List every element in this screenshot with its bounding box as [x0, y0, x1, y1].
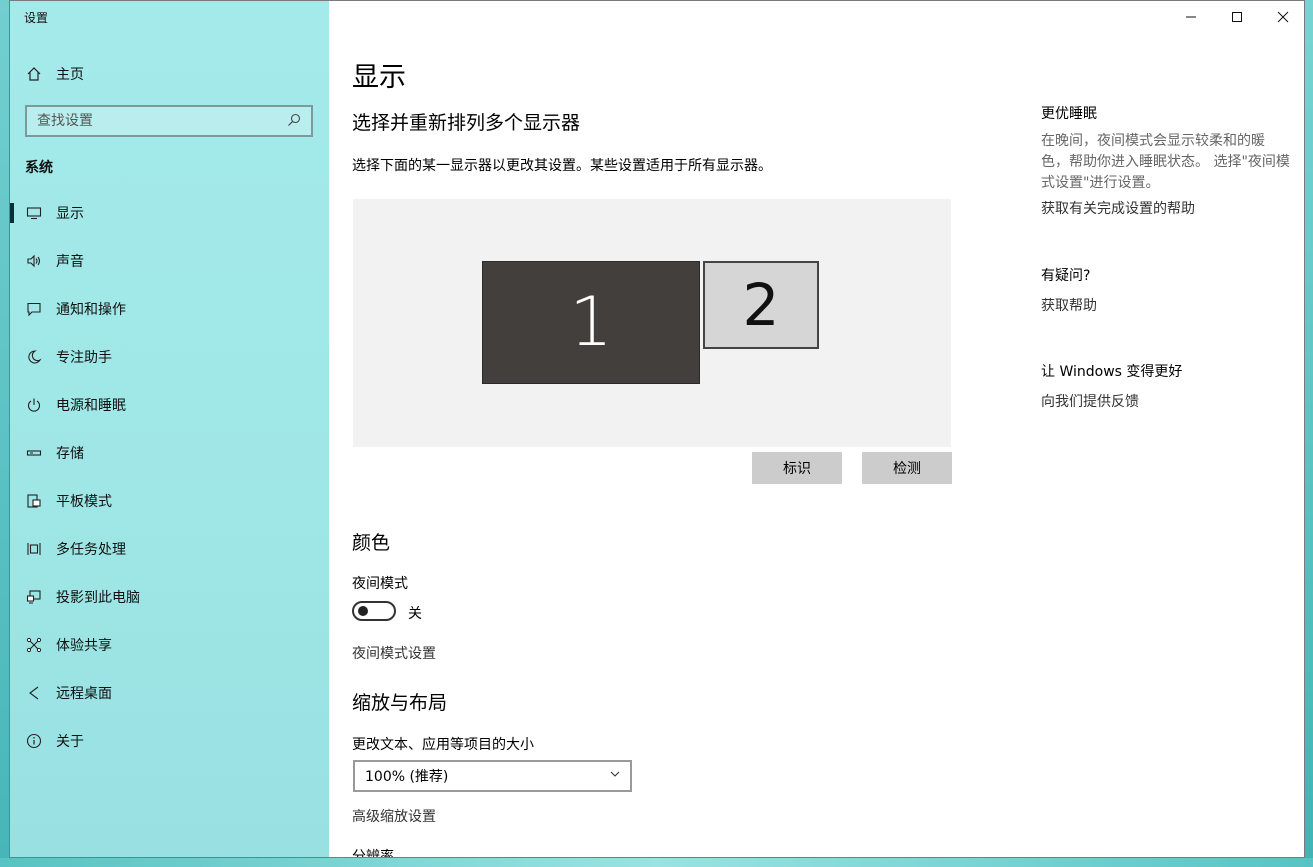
- sidebar-item-label: 多任务处理: [56, 542, 126, 558]
- sidebar-item-label: 通知和操作: [56, 302, 126, 318]
- sidebar-item-about[interactable]: 关于: [10, 717, 329, 765]
- sidebar-item-focus-assist[interactable]: 专注助手: [10, 333, 329, 381]
- aside-question-section: 有疑问? 获取帮助: [1041, 265, 1291, 315]
- main-content: 显示 选择并重新排列多个显示器 选择下面的某一显示器以更改其设置。某些设置适用于…: [329, 1, 1305, 858]
- maximize-icon: [1232, 12, 1242, 22]
- monitor-2[interactable]: 2: [703, 261, 819, 349]
- arrange-displays-description: 选择下面的某一显示器以更改其设置。某些设置适用于所有显示器。: [352, 158, 772, 174]
- share-icon: [24, 635, 44, 655]
- identify-button[interactable]: 标识: [752, 452, 842, 484]
- scrollbar[interactable]: [1304, 111, 1305, 691]
- advanced-scaling-link[interactable]: 高级缩放设置: [352, 806, 436, 826]
- minimize-icon: [1186, 16, 1196, 18]
- minimize-button[interactable]: [1168, 1, 1214, 33]
- sidebar-item-notifications[interactable]: 通知和操作: [10, 285, 329, 333]
- sidebar-item-label: 专注助手: [56, 350, 112, 366]
- nav-list: 显示 声音 通知和操作 专注助手 电源和睡眠 存储 平板模式 多任务处理 投影到…: [10, 189, 329, 765]
- home-label: 主页: [56, 67, 84, 83]
- sidebar-item-storage[interactable]: 存储: [10, 429, 329, 477]
- settings-window: 设置 主页 系统 显示 声音 通知和操作: [9, 0, 1305, 858]
- monitor-icon: [24, 203, 44, 223]
- aside-sleep-text: 在晚间，夜间模式会显示较柔和的暖色，帮助你进入睡眠状态。 选择"夜间模式设置"进…: [1041, 133, 1290, 191]
- night-mode-label: 夜间模式: [352, 576, 408, 592]
- close-icon: [1277, 11, 1289, 23]
- aside-sleep-heading: 更优睡眠: [1041, 106, 1097, 122]
- storage-icon: [24, 443, 44, 463]
- power-icon: [24, 395, 44, 415]
- window-controls: [1168, 1, 1304, 33]
- scale-dropdown[interactable]: 100% (推荐): [353, 760, 632, 792]
- multitask-icon: [24, 539, 44, 559]
- scale-dropdown-value: 100% (推荐): [365, 769, 449, 785]
- speaker-icon: [24, 251, 44, 271]
- toggle-knob: [358, 606, 368, 616]
- sidebar-item-shared-experiences[interactable]: 体验共享: [10, 621, 329, 669]
- home-nav-item[interactable]: 主页: [24, 62, 84, 86]
- aside-sleep-section: 更优睡眠 在晚间，夜间模式会显示较柔和的暖色，帮助你进入睡眠状态。 选择"夜间模…: [1041, 103, 1291, 218]
- detect-button[interactable]: 检测: [862, 452, 952, 484]
- sidebar-item-multitasking[interactable]: 多任务处理: [10, 525, 329, 573]
- sidebar-item-sound[interactable]: 声音: [10, 237, 329, 285]
- sidebar-item-project-to-pc[interactable]: 投影到此电脑: [10, 573, 329, 621]
- sidebar-item-label: 远程桌面: [56, 686, 112, 702]
- scale-label: 更改文本、应用等项目的大小: [352, 737, 534, 753]
- desktop-background-left: [0, 0, 9, 867]
- desktop-background-right: [1305, 0, 1313, 867]
- aside-get-help-link[interactable]: 获取帮助: [1041, 295, 1291, 315]
- scale-layout-heading: 缩放与布局: [352, 692, 448, 714]
- night-mode-settings-link[interactable]: 夜间模式设置: [352, 643, 436, 663]
- search-input[interactable]: [37, 113, 287, 129]
- aside-feedback-heading: 让 Windows 变得更好: [1041, 364, 1183, 380]
- aside-feedback-section: 让 Windows 变得更好 向我们提供反馈: [1041, 361, 1291, 411]
- aside-feedback-link[interactable]: 向我们提供反馈: [1041, 391, 1291, 411]
- aside-question-heading: 有疑问?: [1041, 268, 1091, 284]
- sidebar-item-power[interactable]: 电源和睡眠: [10, 381, 329, 429]
- sidebar-item-label: 显示: [56, 206, 84, 222]
- close-button[interactable]: [1260, 1, 1304, 33]
- monitor-arrangement-area[interactable]: 1 2: [353, 199, 951, 447]
- sidebar-item-label: 平板模式: [56, 494, 112, 510]
- sidebar-item-label: 电源和睡眠: [56, 398, 126, 414]
- sidebar-item-remote-desktop[interactable]: 远程桌面: [10, 669, 329, 717]
- maximize-button[interactable]: [1214, 1, 1260, 33]
- night-mode-state: 关: [408, 606, 422, 622]
- color-heading: 颜色: [352, 532, 391, 554]
- monitor-1[interactable]: 1: [482, 261, 700, 384]
- sidebar-item-label: 投影到此电脑: [56, 590, 140, 606]
- notification-icon: [24, 299, 44, 319]
- sidebar-item-tablet-mode[interactable]: 平板模式: [10, 477, 329, 525]
- sidebar-item-label: 声音: [56, 254, 84, 270]
- night-mode-toggle[interactable]: [352, 601, 396, 621]
- sidebar-item-label: 体验共享: [56, 638, 112, 654]
- page-title: 显示: [352, 62, 406, 93]
- search-icon[interactable]: [287, 113, 303, 129]
- chevron-down-icon: [610, 771, 620, 777]
- sidebar-item-label: 关于: [56, 734, 84, 750]
- arrange-displays-heading: 选择并重新排列多个显示器: [352, 112, 581, 134]
- resolution-label: 分辨率: [352, 849, 394, 858]
- aside-sleep-help-link[interactable]: 获取有关完成设置的帮助: [1041, 198, 1291, 218]
- moon-icon: [24, 347, 44, 367]
- info-icon: [24, 731, 44, 751]
- app-title: 设置: [24, 11, 49, 25]
- section-label-system: 系统: [25, 160, 53, 176]
- tablet-icon: [24, 491, 44, 511]
- desktop-background-bottom: [0, 858, 1313, 867]
- remote-icon: [24, 683, 44, 703]
- home-icon: [24, 64, 44, 84]
- search-box[interactable]: [25, 105, 313, 137]
- sidebar: 设置 主页 系统 显示 声音 通知和操作: [10, 1, 329, 857]
- sidebar-item-label: 存储: [56, 446, 84, 462]
- project-icon: [24, 587, 44, 607]
- sidebar-item-display[interactable]: 显示: [10, 189, 329, 237]
